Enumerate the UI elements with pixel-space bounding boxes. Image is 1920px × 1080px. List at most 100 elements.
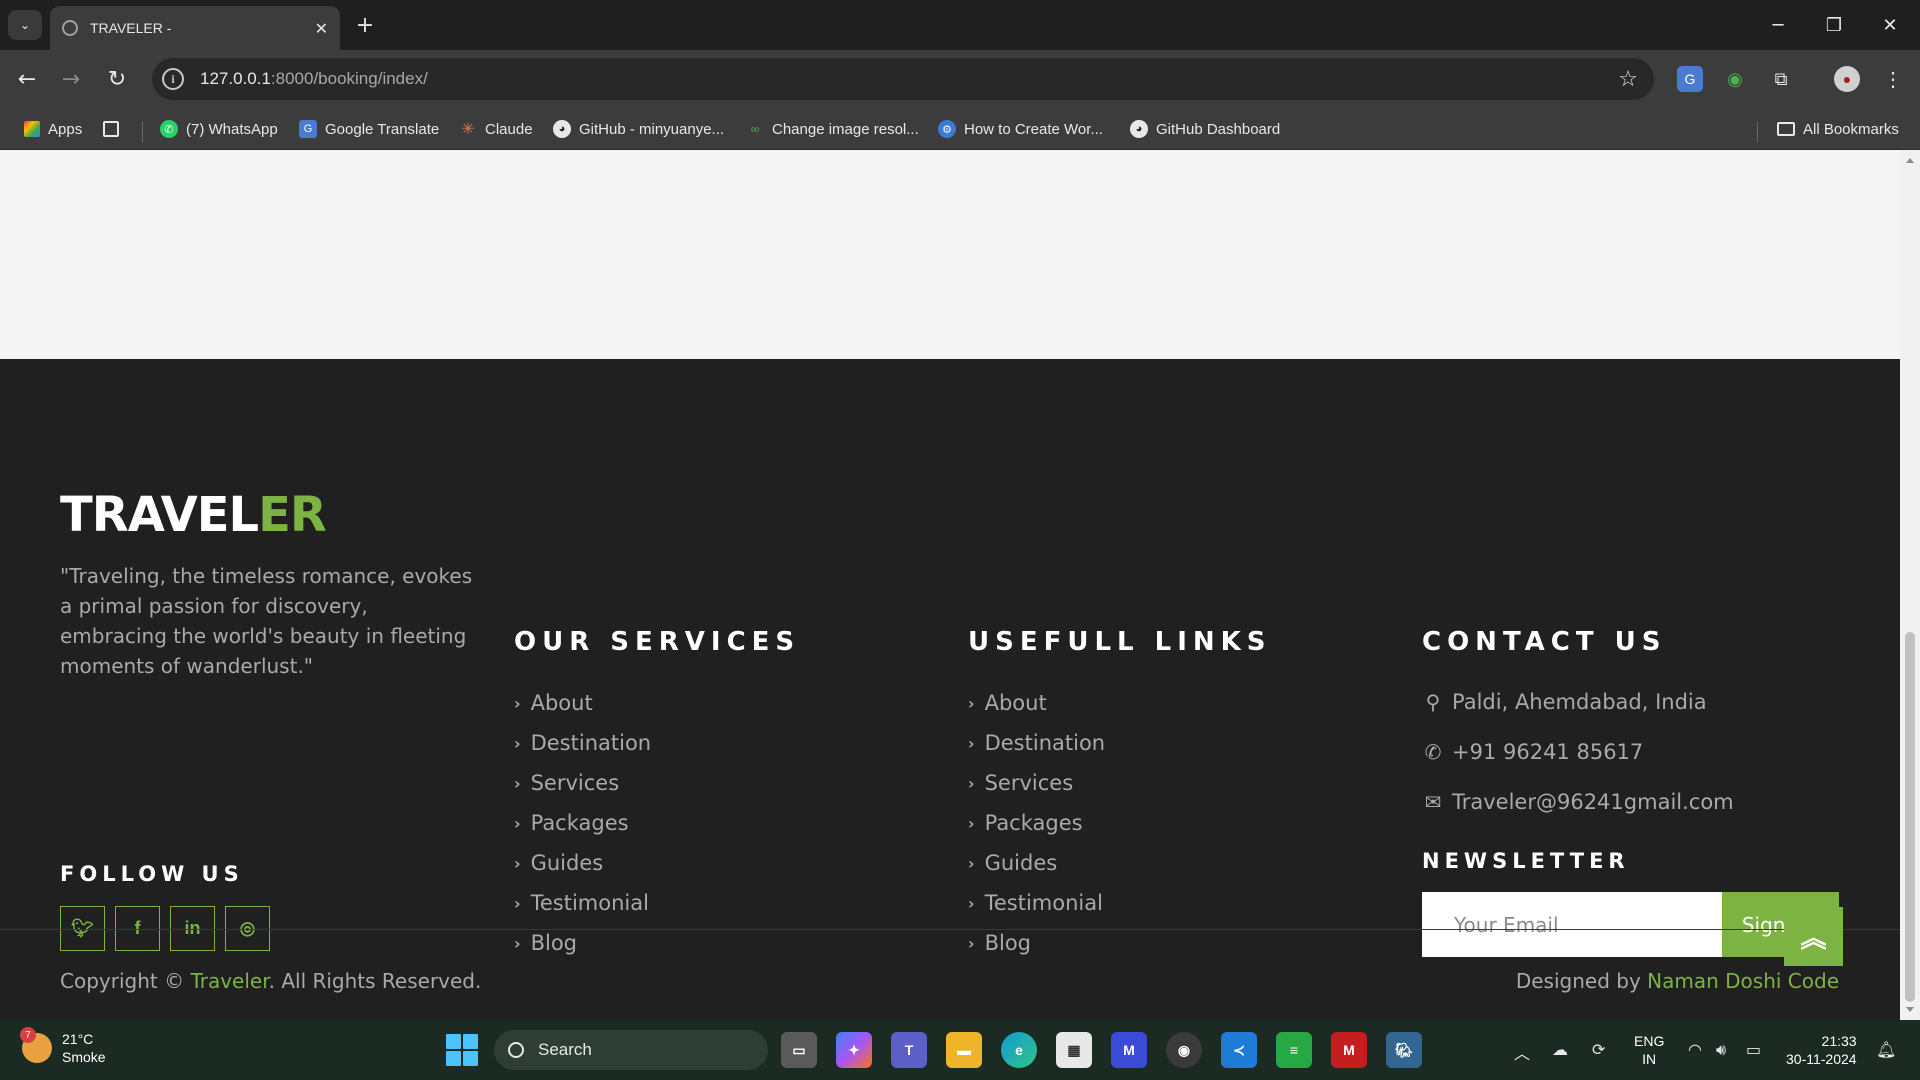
useful-link-about[interactable]: › About (968, 683, 1105, 723)
link-label: Guides (530, 851, 604, 875)
all-bookmarks-button[interactable]: All Bookmarks (1777, 118, 1899, 140)
bookmark-change-image[interactable]: ∞ Change image resol... (746, 118, 919, 140)
footer-divider (0, 929, 1900, 930)
weather-widget[interactable]: 7 21°C Smoke (20, 1027, 106, 1066)
notification-bell-icon[interactable]: 🔔︎ (1876, 1040, 1896, 1059)
file-explorer-icon[interactable]: ▬ (946, 1032, 982, 1068)
bookmark-whatsapp[interactable]: ✆ (7) WhatsApp (160, 118, 278, 140)
bookmark-tab-groups[interactable] (103, 118, 127, 140)
bookmark-claude[interactable]: ✳ Claude (459, 118, 532, 140)
url-text[interactable]: 127.0.0.1:8000/booking/index/ (200, 69, 428, 89)
vscode-icon[interactable]: ≺ (1221, 1032, 1257, 1068)
link-label: Testimonial (984, 891, 1103, 915)
chrome-icon[interactable]: ◉ (1166, 1032, 1202, 1068)
search-label: Search (538, 1040, 592, 1059)
search-icon (508, 1042, 524, 1058)
language-indicator[interactable]: ENG IN (1634, 1032, 1664, 1068)
bookmark-star-icon[interactable]: ☆ (1618, 67, 1638, 92)
start-button[interactable] (446, 1034, 478, 1066)
minimize-button[interactable]: ─ (1758, 12, 1798, 38)
reload-button[interactable]: ↻ (102, 64, 132, 94)
eye-extension-icon[interactable]: ◉ (1722, 66, 1748, 92)
back-button[interactable]: ← (12, 64, 42, 94)
onedrive-icon[interactable]: ☁ (1552, 1040, 1568, 1059)
newsletter-heading: NEWSLETTER (1422, 849, 1630, 873)
site-footer: TRAVELER "Traveling, the timeless romanc… (0, 359, 1900, 1020)
bookmark-google-translate[interactable]: G Google Translate (299, 118, 439, 140)
sync-icon[interactable]: ⟳ (1592, 1040, 1605, 1059)
microsoft-store-icon[interactable]: ▦ (1056, 1032, 1092, 1068)
link-label: Packages (530, 811, 629, 835)
useful-link-guides[interactable]: › Guides (968, 843, 1105, 883)
footer-brand-logo[interactable]: TRAVELER (60, 487, 327, 543)
tab-search-button[interactable]: ⌄ (8, 10, 42, 40)
follow-us-heading: FOLLOW US (60, 862, 244, 886)
useful-link-destination[interactable]: › Destination (968, 723, 1105, 763)
edge-icon[interactable]: e (1001, 1032, 1037, 1068)
battery-icon[interactable]: ▭ (1746, 1040, 1761, 1059)
link-label: Services (984, 771, 1074, 795)
address-bar[interactable]: i 127.0.0.1:8000/booking/index/ ☆ (152, 58, 1654, 100)
globe-icon (62, 20, 78, 36)
bookmark-label: Change image resol... (772, 120, 919, 138)
google-translate-extension-icon[interactable]: G (1677, 66, 1703, 92)
whatsapp-icon: ✆ (160, 120, 178, 138)
scroll-up-arrow-icon[interactable] (1906, 158, 1914, 163)
restore-button[interactable]: ❐ (1814, 12, 1854, 38)
bookmark-github-dashboard[interactable]: ◕ GitHub Dashboard (1130, 118, 1280, 140)
more-menu-icon[interactable]: ⋮ (1880, 66, 1906, 92)
newsletter-email-input[interactable] (1422, 892, 1722, 957)
extensions-puzzle-icon[interactable]: ⧉ (1768, 66, 1794, 92)
clock[interactable]: 21:33 30-11-2024 (1786, 1032, 1857, 1068)
chevron-up-icon[interactable]: ︿ (1514, 1040, 1530, 1064)
bookmark-how-to-create[interactable]: ⚙ How to Create Wor... (938, 118, 1103, 140)
copilot-icon[interactable]: ✦ (836, 1032, 872, 1068)
link-label: Blog (530, 931, 578, 955)
footer-about-text: "Traveling, the timeless romance, evokes… (60, 564, 473, 678)
close-tab-icon[interactable]: ✕ (315, 19, 328, 38)
wifi-icon[interactable]: ◠ (1688, 1040, 1702, 1059)
mcafee-icon[interactable]: M (1331, 1032, 1367, 1068)
close-window-button[interactable]: ✕ (1870, 12, 1910, 38)
services-link-guides[interactable]: › Guides (514, 843, 651, 883)
scroll-down-arrow-icon[interactable] (1906, 1007, 1914, 1012)
services-link-destination[interactable]: › Destination (514, 723, 651, 763)
page-scrollbar[interactable] (1900, 150, 1920, 1020)
useful-link-testimonial[interactable]: › Testimonial (968, 883, 1105, 923)
services-link-packages[interactable]: › Packages (514, 803, 651, 843)
copyright-brand-link[interactable]: Traveler (190, 969, 268, 993)
profile-avatar[interactable]: ● (1834, 66, 1860, 92)
new-tab-button[interactable]: + (352, 12, 378, 38)
scrollbar-thumb[interactable] (1905, 632, 1915, 1002)
newsletter-form: Sign Up (1422, 892, 1839, 957)
useful-link-packages[interactable]: › Packages (968, 803, 1105, 843)
link-label: Services (530, 771, 620, 795)
app-icon[interactable]: M (1111, 1032, 1147, 1068)
bookmark-github-minyuanye[interactable]: ◕ GitHub - minyuanye... (553, 118, 724, 140)
active-tab[interactable]: TRAVELER - ✕ (50, 6, 340, 50)
useful-link-services[interactable]: › Services (968, 763, 1105, 803)
bookmark-label: How to Create Wor... (964, 120, 1103, 138)
language-code: ENG (1634, 1033, 1665, 1049)
site-info-icon[interactable]: i (162, 68, 184, 90)
volume-icon[interactable]: 🔊︎ (1716, 1040, 1726, 1060)
services-link-about[interactable]: › About (514, 683, 651, 723)
blank-section (0, 150, 1900, 359)
bookmark-separator (1757, 122, 1758, 142)
forward-button[interactable]: → (56, 64, 86, 94)
link-label: About (530, 691, 593, 715)
chevron-right-icon: › (968, 693, 975, 713)
designer-link[interactable]: Naman Doshi Code (1647, 969, 1839, 993)
teams-icon[interactable]: T (891, 1032, 927, 1068)
services-link-services[interactable]: › Services (514, 763, 651, 803)
bookmark-apps[interactable]: Apps (24, 118, 82, 140)
postgresql-icon[interactable]: 🐘︎ (1386, 1032, 1422, 1068)
services-link-testimonial[interactable]: › Testimonial (514, 883, 651, 923)
sheets-icon[interactable]: ≡ (1276, 1032, 1312, 1068)
phone-text: +91 96241 85617 (1452, 740, 1644, 764)
chevron-right-icon: › (514, 813, 521, 833)
task-view-icon[interactable]: ▭ (781, 1032, 817, 1068)
taskbar-search[interactable]: Search (494, 1030, 768, 1070)
chevron-down-icon: ⌄ (19, 18, 31, 32)
back-to-top-button[interactable]: ︽ (1784, 907, 1843, 966)
